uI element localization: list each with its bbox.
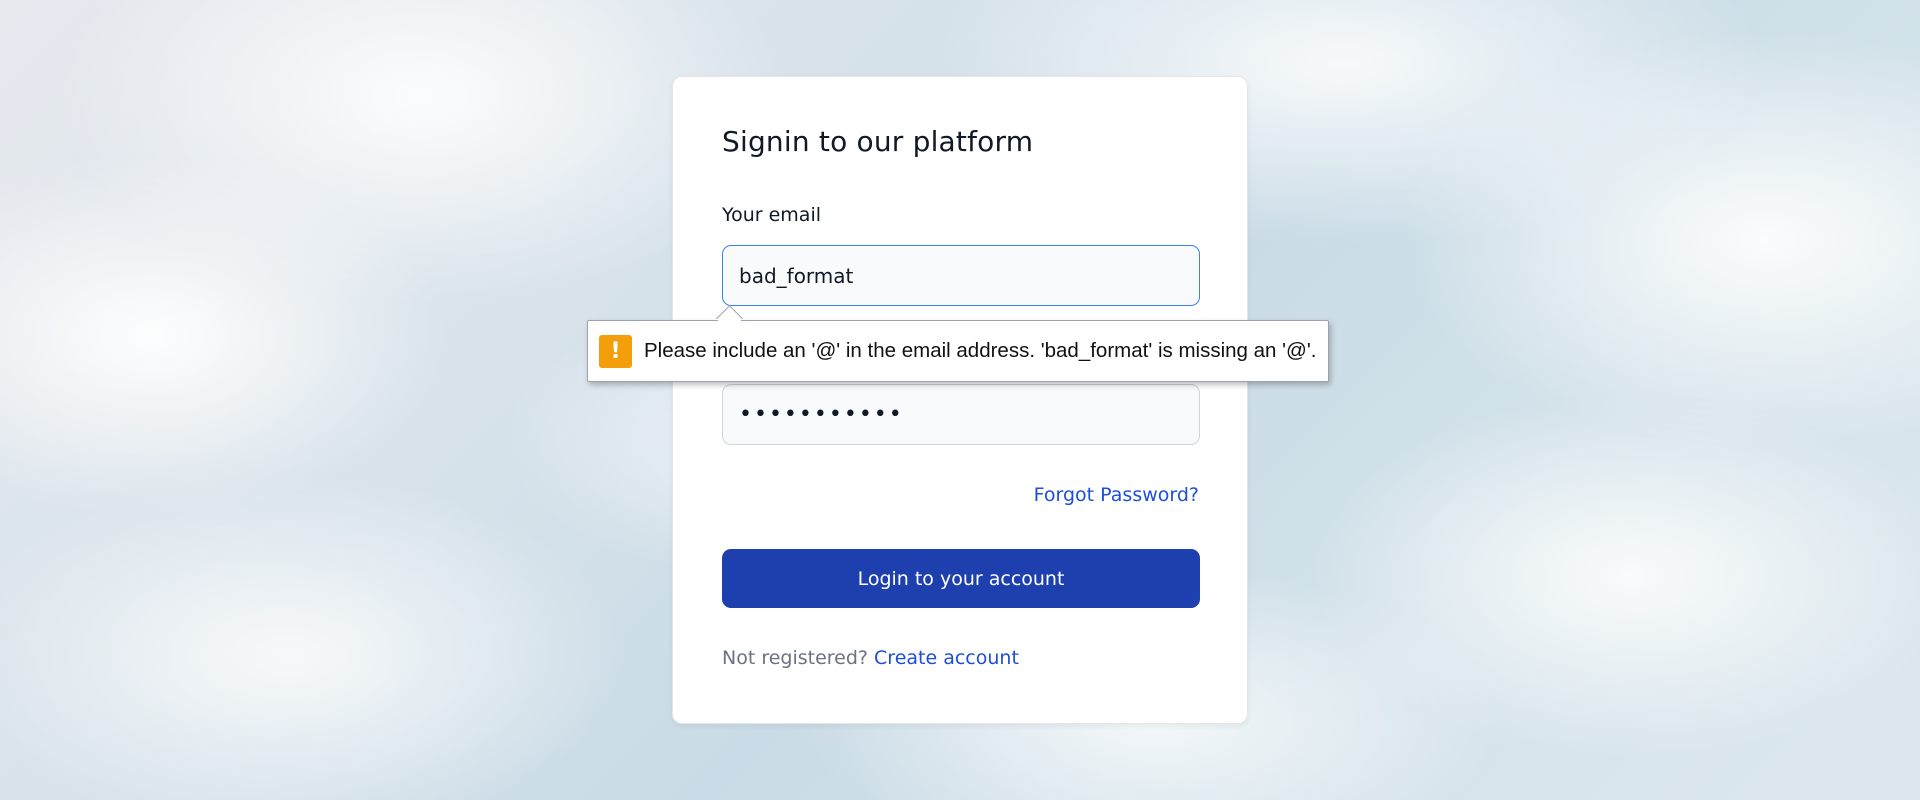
forgot-password-link[interactable]: Forgot Password? [1034, 484, 1199, 506]
not-registered-text: Not registered? [722, 647, 869, 669]
email-label: Your email [722, 204, 821, 226]
email-input[interactable] [722, 245, 1200, 306]
validation-tooltip: ! Please include an '@' in the email add… [587, 320, 1330, 382]
signin-card: Signin to our platform Your email Forgot… [672, 76, 1248, 724]
validation-message: Please include an '@' in the email addre… [644, 339, 1317, 362]
warning-icon: ! [599, 334, 632, 368]
page-title: Signin to our platform [722, 125, 1034, 158]
register-row: Not registered? Create account [722, 647, 1019, 669]
password-input[interactable] [722, 384, 1200, 445]
login-button[interactable]: Login to your account [722, 549, 1200, 608]
create-account-link[interactable]: Create account [874, 647, 1019, 669]
